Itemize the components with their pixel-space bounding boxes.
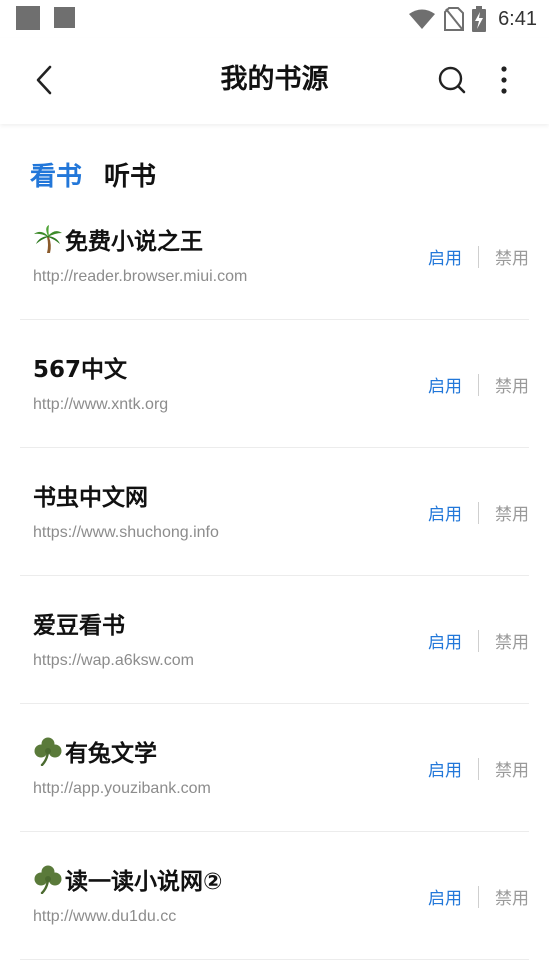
source-actions: 启用 禁用: [428, 500, 529, 525]
source-actions: 启用 禁用: [428, 244, 529, 269]
list-item: 免费小说之王 http://reader.browser.miui.com 启用…: [20, 200, 529, 320]
disable-button[interactable]: 禁用: [479, 884, 529, 909]
no-sim-icon: [444, 7, 465, 31]
enable-button[interactable]: 启用: [428, 884, 478, 909]
source-url: http://www.xntk.org: [33, 396, 169, 413]
source-url: http://www.du1du.cc: [33, 908, 177, 925]
enable-button[interactable]: 启用: [428, 500, 478, 525]
palm-tree-icon: [34, 225, 62, 253]
list-item: 读一读小说网② http://www.du1du.cc 启用 禁用: [20, 832, 529, 960]
wifi-icon: [409, 9, 436, 29]
clover-icon: [34, 737, 62, 766]
source-name: 读一读小说网②: [33, 862, 222, 896]
source-name: 567中文: [33, 350, 127, 384]
enable-button[interactable]: 启用: [428, 372, 478, 397]
enable-button[interactable]: 启用: [428, 628, 478, 653]
disable-button[interactable]: 禁用: [479, 628, 529, 653]
search-icon: [438, 66, 466, 94]
notification-icon: [16, 6, 40, 30]
app-bar: 我的书源: [0, 38, 549, 124]
source-url: http://reader.browser.miui.com: [33, 268, 248, 285]
source-name: 有兔文学: [33, 734, 157, 768]
source-actions: 启用 禁用: [428, 884, 529, 909]
source-actions: 启用 禁用: [428, 372, 529, 397]
list-item: 567中文 http://www.xntk.org 启用 禁用: [20, 320, 529, 448]
status-bar: 6:41: [0, 0, 549, 38]
tab-listen[interactable]: 听书: [104, 156, 156, 193]
disable-button[interactable]: 禁用: [479, 372, 529, 397]
source-list: 免费小说之王 http://reader.browser.miui.com 启用…: [0, 200, 549, 960]
enable-button[interactable]: 启用: [428, 756, 478, 781]
source-name-text: 爱豆看书: [33, 613, 125, 639]
more-options-button[interactable]: [486, 60, 522, 100]
source-url: https://www.shuchong.info: [33, 524, 219, 541]
tab-bar: 看书 听书: [30, 156, 156, 193]
enable-button[interactable]: 启用: [428, 244, 478, 269]
list-item: 爱豆看书 https://wap.a6ksw.com 启用 禁用: [20, 576, 529, 704]
status-time: 6:41: [498, 7, 537, 30]
source-url: https://wap.a6ksw.com: [33, 652, 194, 669]
clover-icon: [34, 865, 62, 894]
disable-button[interactable]: 禁用: [479, 756, 529, 781]
status-indicators: 6:41: [408, 4, 537, 34]
source-name-text: 567中文: [33, 357, 128, 383]
source-name-text: 书虫中文网: [33, 485, 148, 511]
disable-button[interactable]: 禁用: [479, 500, 529, 525]
source-name-text: 读一读小说网②: [65, 869, 223, 895]
source-actions: 启用 禁用: [428, 756, 529, 781]
list-item: 书虫中文网 https://www.shuchong.info 启用 禁用: [20, 448, 529, 576]
battery-charging-icon: [472, 6, 487, 32]
list-item: 有兔文学 http://app.youzibank.com 启用 禁用: [20, 704, 529, 832]
disable-button[interactable]: 禁用: [479, 244, 529, 269]
source-name: 书虫中文网: [33, 478, 148, 512]
notification-icon: [54, 7, 75, 28]
tab-read[interactable]: 看书: [30, 156, 82, 193]
source-name: 爱豆看书: [33, 606, 125, 640]
source-url: http://app.youzibank.com: [33, 780, 211, 797]
source-actions: 启用 禁用: [428, 628, 529, 653]
source-name-text: 免费小说之王: [65, 229, 203, 255]
more-vertical-icon: [501, 66, 507, 94]
search-button[interactable]: [432, 60, 472, 100]
source-name: 免费小说之王: [33, 222, 203, 256]
source-name-text: 有兔文学: [65, 741, 157, 767]
